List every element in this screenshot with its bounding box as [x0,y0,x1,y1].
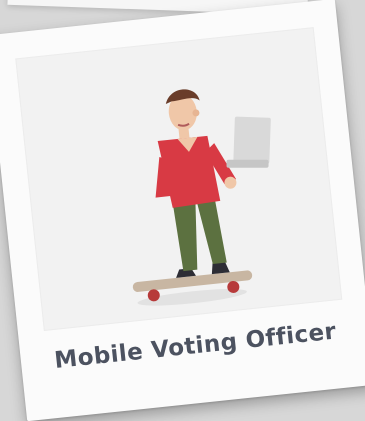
head [165,89,200,131]
photo-frame [15,27,343,331]
polaroid-card[interactable]: Mobile Voting Officer [0,0,365,421]
person-on-skateboard-with-laptop-illustration [132,89,271,306]
laptop-icon [226,116,271,168]
